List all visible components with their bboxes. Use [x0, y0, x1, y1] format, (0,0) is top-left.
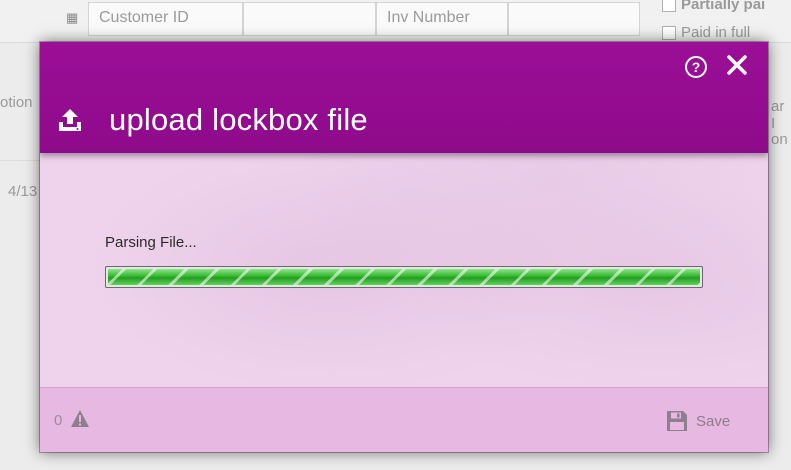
upload-icon — [57, 107, 83, 133]
dialog-title-row: upload lockbox file — [57, 102, 368, 138]
warning-count: 0 — [54, 412, 63, 429]
warning-icon[interactable] — [70, 409, 90, 428]
background-field-empty-2[interactable] — [508, 2, 640, 36]
paid-in-full-label: Paid in full — [681, 24, 751, 41]
close-icon[interactable] — [725, 52, 749, 78]
background-date-cell: 4/13 — [8, 183, 38, 200]
background-field-empty[interactable] — [243, 2, 376, 36]
save-button-label: Save — [696, 412, 731, 430]
grid-icon: ▦ — [66, 10, 79, 25]
background-right-fragment: ar I — [771, 98, 785, 132]
upload-lockbox-dialog: upload lockbox file ? Parsing File... 0 — [40, 42, 768, 452]
progress-status-label: Parsing File... — [105, 234, 197, 251]
partially-paid-label: Partially pai — [681, 0, 766, 13]
paid-in-full-checkbox[interactable] — [662, 26, 676, 40]
background-column-header: otion — [0, 94, 33, 111]
background-right-fragment-2: on — [771, 131, 788, 148]
dialog-header: upload lockbox file ? — [40, 42, 768, 153]
progress-bar — [105, 266, 703, 288]
dialog-body: Parsing File... — [40, 153, 768, 388]
help-icon[interactable]: ? — [685, 56, 707, 78]
inv-number-input[interactable]: Inv Number — [376, 2, 508, 36]
dialog-footer: 0 Save — [40, 387, 768, 452]
dialog-title: upload lockbox file — [109, 102, 368, 137]
customer-id-input[interactable]: Customer ID — [88, 2, 243, 36]
progress-bar-fill — [108, 269, 700, 285]
background-row-divider — [0, 160, 44, 161]
save-button[interactable]: Save — [666, 409, 730, 433]
floppy-disk-icon — [666, 410, 688, 432]
partially-paid-checkbox[interactable] — [662, 0, 676, 12]
